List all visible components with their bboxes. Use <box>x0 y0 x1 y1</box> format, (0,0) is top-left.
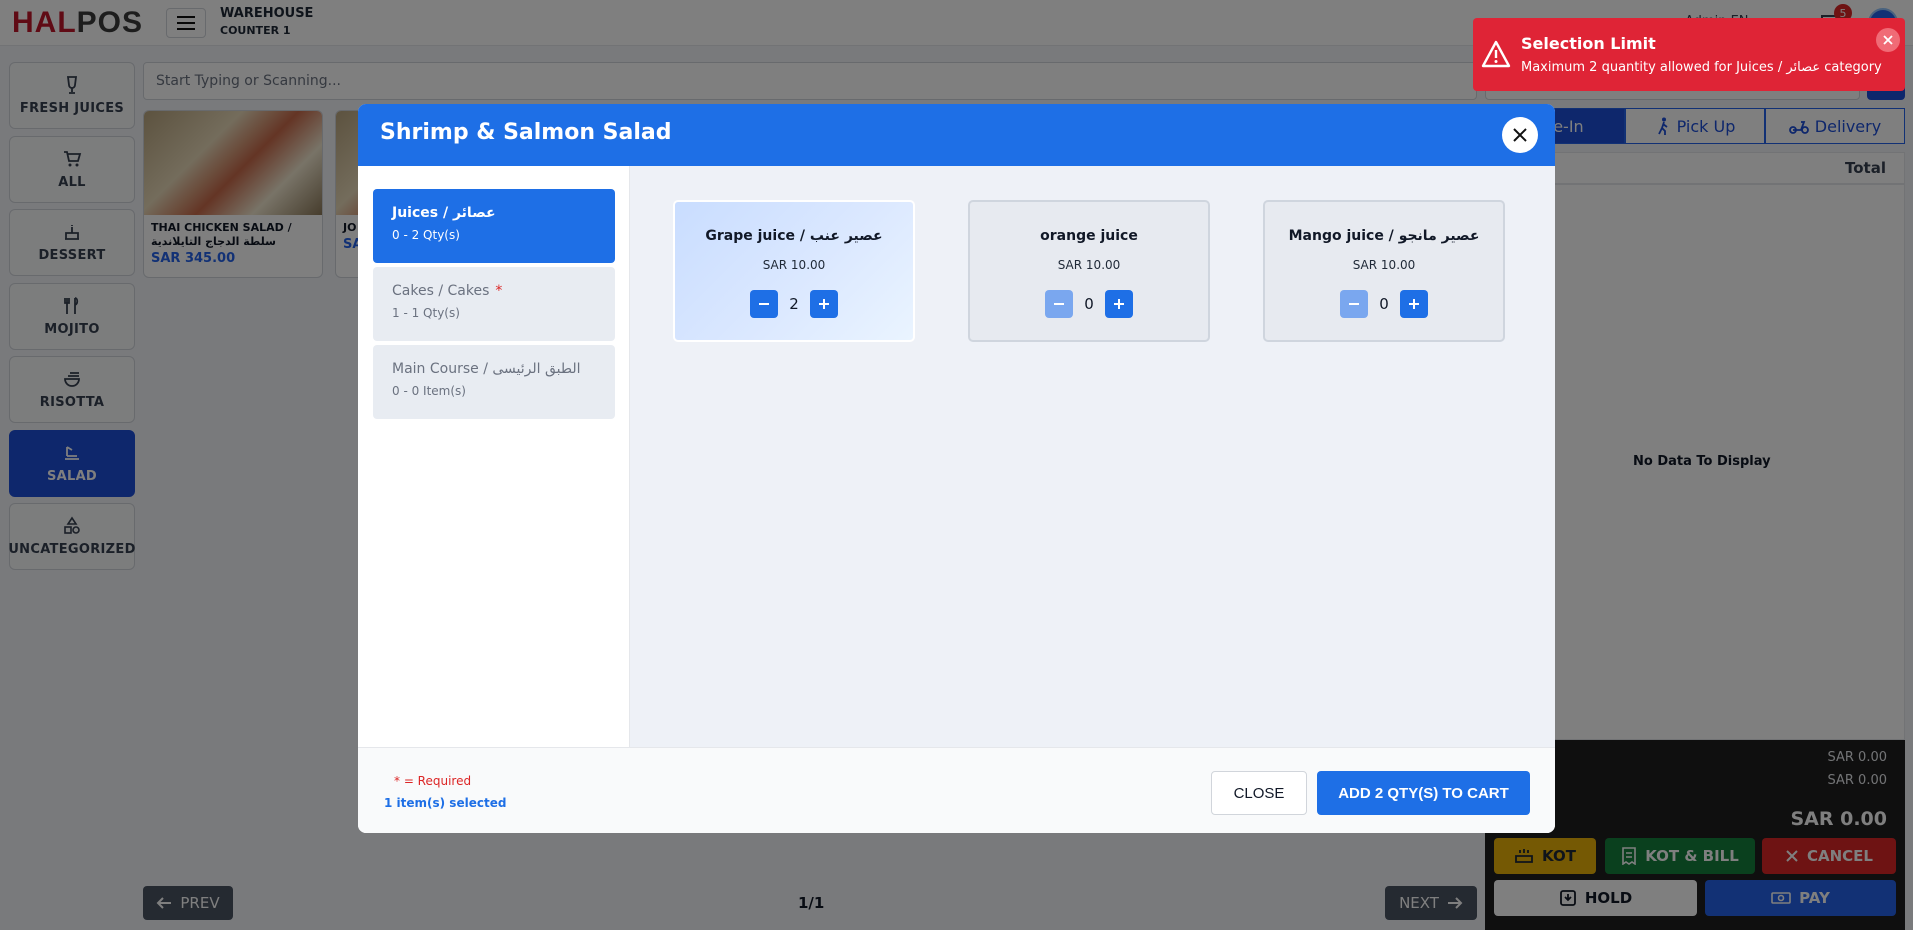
quantity-value: 0 <box>1379 295 1389 313</box>
add-to-cart-button[interactable]: ADD 2 QTY(S) TO CART <box>1317 771 1530 815</box>
required-legend: * = Required <box>394 774 472 788</box>
group-qty-range: 0 - 2 Qty(s) <box>392 228 460 242</box>
modifier-group-juices[interactable]: Juices / عصائر 0 - 2 Qty(s) <box>373 189 615 263</box>
item-name: Mango juice / عصير مانجو <box>1288 228 1480 244</box>
quantity-value: 2 <box>789 295 799 313</box>
increment-button[interactable] <box>1105 290 1133 318</box>
quantity-value: 0 <box>1084 295 1094 313</box>
group-qty-range: 0 - 0 Item(s) <box>392 384 466 398</box>
dialog-footer: * = Required 1 item(s) selected CLOSE AD… <box>358 747 1555 833</box>
minus-icon <box>1349 303 1359 305</box>
toast-message: Maximum 2 quantity allowed for Juices / … <box>1521 60 1882 75</box>
group-qty-range: 1 - 1 Qty(s) <box>392 306 460 320</box>
group-name: Main Course / الطبق الرئيسى <box>392 361 581 377</box>
modifier-group-cakes[interactable]: Cakes / Cakes * 1 - 1 Qty(s) <box>373 267 615 341</box>
modifier-group-list: Juices / عصائر 0 - 2 Qty(s) Cakes / Cake… <box>358 166 630 747</box>
toast-title: Selection Limit <box>1521 34 1656 53</box>
plus-icon <box>819 299 829 309</box>
minus-icon <box>1054 303 1064 305</box>
decrement-button[interactable] <box>750 290 778 318</box>
dialog-title: Shrimp & Salmon Salad <box>380 120 672 145</box>
required-asterisk: * <box>495 283 503 299</box>
dialog-header: Shrimp & Salmon Salad <box>358 104 1555 166</box>
close-button[interactable]: CLOSE <box>1211 771 1307 815</box>
decrement-button[interactable] <box>1045 290 1073 318</box>
item-name: Grape juice / عصير عنب <box>705 228 883 244</box>
modifier-items-panel: Grape juice / عصير عنب SAR 10.00 2 orang… <box>630 166 1555 747</box>
modifier-group-main-course[interactable]: Main Course / الطبق الرئيسى 0 - 0 Item(s… <box>373 345 615 419</box>
close-icon <box>1513 128 1527 142</box>
group-name-row: Cakes / Cakes * <box>392 283 615 299</box>
increment-button[interactable] <box>1400 290 1428 318</box>
close-icon <box>1883 35 1893 45</box>
item-name: orange juice <box>1040 228 1138 244</box>
modifier-item-grape-juice[interactable]: Grape juice / عصير عنب SAR 10.00 2 <box>673 200 915 342</box>
group-name: Juices / عصائر <box>392 205 496 221</box>
warning-icon <box>1481 40 1511 68</box>
modifier-dialog: Shrimp & Salmon Salad Juices / عصائر 0 -… <box>358 104 1555 833</box>
selection-limit-toast: Selection Limit Maximum 2 quantity allow… <box>1473 18 1905 91</box>
quantity-stepper: 2 <box>675 290 913 318</box>
decrement-button[interactable] <box>1340 290 1368 318</box>
toast-close-button[interactable] <box>1876 28 1900 52</box>
modifier-item-mango-juice[interactable]: Mango juice / عصير مانجو SAR 10.00 0 <box>1263 200 1505 342</box>
item-price: SAR 10.00 <box>1057 258 1121 272</box>
dialog-close-button[interactable] <box>1502 117 1538 153</box>
plus-icon <box>1409 299 1419 309</box>
item-price: SAR 10.00 <box>1352 258 1416 272</box>
modifier-item-orange-juice[interactable]: orange juice SAR 10.00 0 <box>968 200 1210 342</box>
plus-icon <box>1114 299 1124 309</box>
quantity-stepper: 0 <box>1265 290 1503 318</box>
item-price: SAR 10.00 <box>762 258 826 272</box>
selection-count: 1 item(s) selected <box>384 796 507 810</box>
minus-icon <box>759 303 769 305</box>
increment-button[interactable] <box>810 290 838 318</box>
quantity-stepper: 0 <box>970 290 1208 318</box>
group-name: Cakes / Cakes <box>392 283 490 299</box>
